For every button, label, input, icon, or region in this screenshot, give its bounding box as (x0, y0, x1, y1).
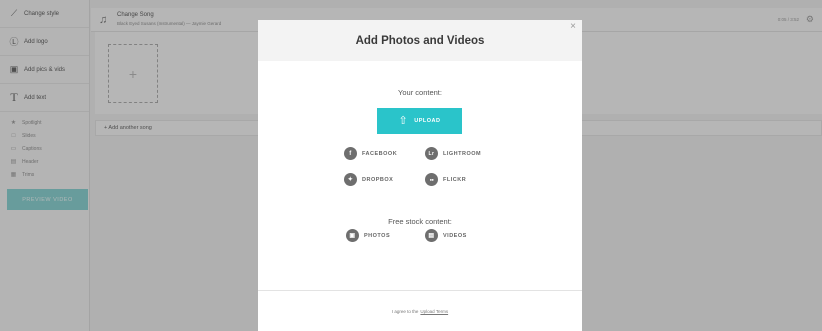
dropbox-icon: ✦ (344, 173, 357, 186)
facebook-icon: f (344, 147, 357, 160)
upload-icon: ⇧ (398, 114, 409, 127)
lightroom-icon: Lr (425, 147, 438, 160)
flickr-icon: ●● (425, 173, 438, 186)
source-label: DROPBOX (362, 176, 394, 183)
upload-button[interactable]: ⇧ UPLOAD (377, 108, 462, 134)
modal-title: Add Photos and Videos (355, 34, 485, 47)
videos-icon: ▤ (425, 229, 438, 242)
upload-terms-link[interactable]: Upload Terms (420, 309, 448, 314)
source-dropbox[interactable]: ✦ DROPBOX (344, 173, 393, 186)
source-facebook[interactable]: f FACEBOOK (344, 147, 397, 160)
stock-label: PHOTOS (364, 232, 391, 239)
stock-photos[interactable]: ▣ PHOTOS (346, 229, 390, 242)
close-icon[interactable]: × (570, 21, 576, 32)
photos-icon: ▣ (346, 229, 359, 242)
modal-footer: I agree to the Upload Terms (258, 290, 582, 331)
stock-label: VIDEOS (443, 232, 467, 239)
source-label: LIGHTROOM (443, 150, 482, 157)
your-content-label: Your content: (398, 88, 442, 97)
source-lightroom[interactable]: Lr LIGHTROOM (425, 147, 481, 160)
stock-content-label: Free stock content: (388, 217, 452, 226)
source-label: FACEBOOK (362, 150, 398, 157)
modal-header: Add Photos and Videos (258, 20, 582, 61)
add-media-modal: Add Photos and Videos × Your content: ⇧ … (258, 20, 582, 331)
source-label: FLICKR (443, 176, 467, 183)
upload-label: UPLOAD (414, 118, 441, 124)
terms-text: I agree to the (391, 308, 419, 314)
source-flickr[interactable]: ●● FLICKR (425, 173, 466, 186)
stock-videos[interactable]: ▤ VIDEOS (425, 229, 467, 242)
